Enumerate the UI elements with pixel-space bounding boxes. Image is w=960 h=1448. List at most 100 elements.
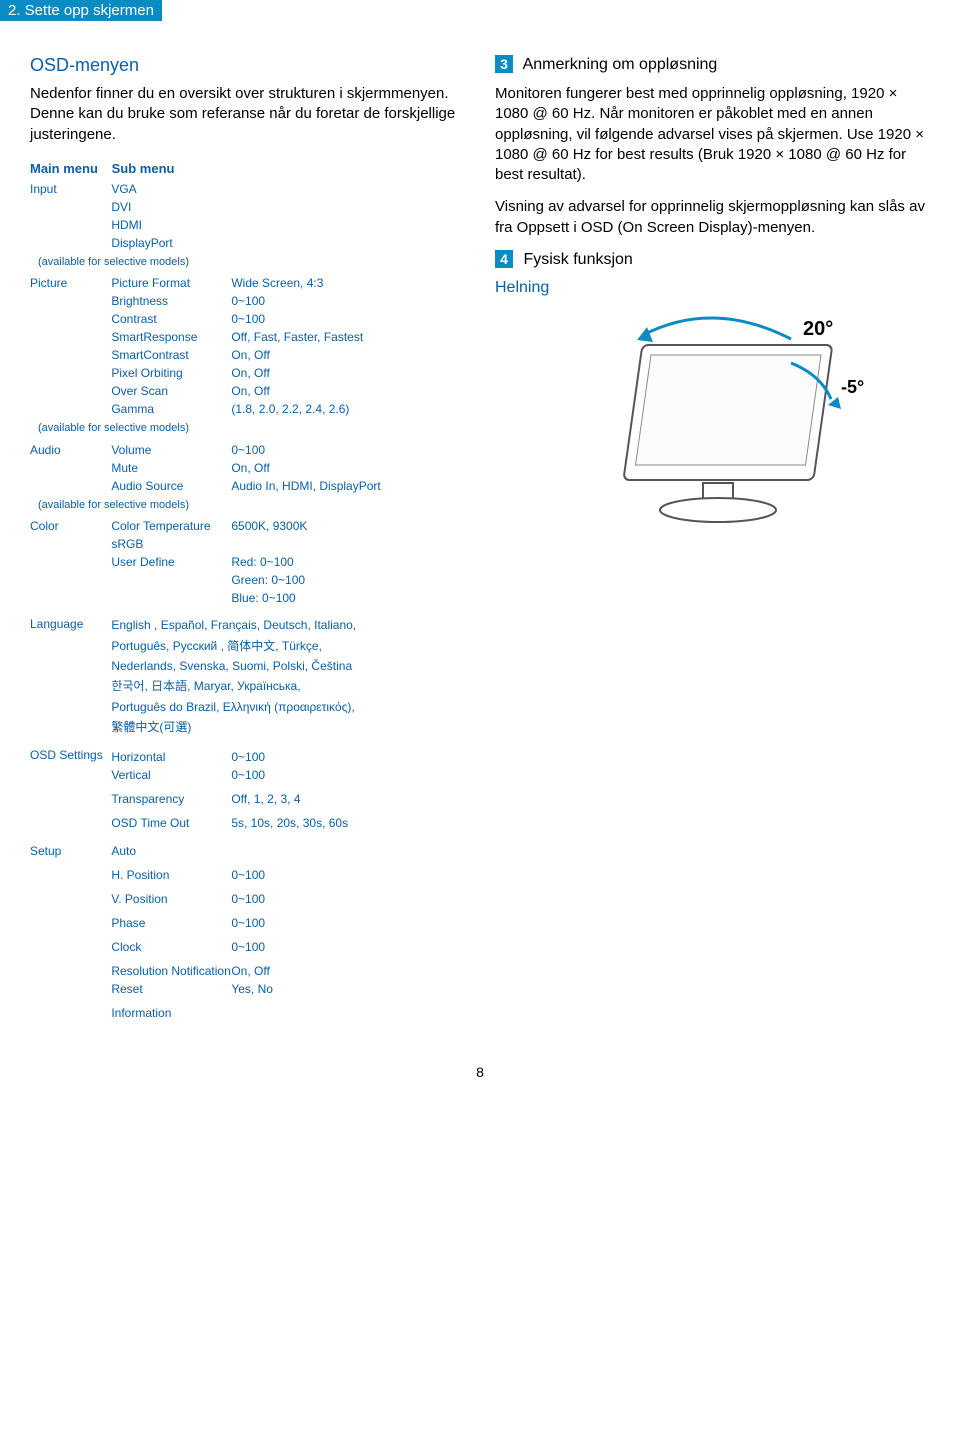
- sub-item: Clock: [111, 938, 231, 956]
- sub-item: Picture Format: [111, 274, 231, 292]
- sub-item: SmartContrast: [111, 346, 231, 364]
- menu-setup: Setup Auto H. Position0~100 V. Position0…: [30, 842, 465, 1022]
- lang-line: 繁體中文(可選): [111, 717, 356, 737]
- badge-3: 3: [495, 55, 513, 73]
- sub-value: On, Off: [231, 964, 269, 978]
- sub-menu-label: Sub menu: [112, 161, 175, 176]
- page-number: 8: [0, 1064, 960, 1096]
- sub-item: Transparency: [111, 790, 231, 808]
- sub-value: 0~100: [231, 892, 265, 906]
- badge-4: 4: [495, 250, 513, 268]
- sub-value: 0~100: [231, 294, 265, 308]
- menu-osd-label: OSD Settings: [30, 748, 108, 764]
- sub-value: 0~100: [231, 443, 265, 457]
- sub-value: Yes, No: [231, 982, 273, 996]
- sub-item: OSD Time Out: [111, 814, 231, 832]
- section-3-p2: Visning av advarsel for opprinnelig skje…: [495, 197, 930, 238]
- sub-item: Gamma: [111, 400, 231, 418]
- sub-value: On, Off: [231, 366, 269, 380]
- menu-setup-label: Setup: [30, 842, 108, 860]
- sub-value: Green: 0~100: [231, 573, 305, 587]
- sub-value: 0~100: [231, 312, 265, 326]
- sub-value: 0~100: [231, 940, 265, 954]
- menu-picture: Picture Picture FormatWide Screen, 4:3 B…: [30, 274, 465, 418]
- section-3-title: 3 Anmerkning om oppløsning: [495, 55, 930, 74]
- sub-item: Mute: [111, 459, 231, 477]
- lang-line: Nederlands, Svenska, Suomi, Polski, Češt…: [111, 656, 356, 676]
- menu-picture-label: Picture: [30, 274, 108, 292]
- sub-item: User Define: [111, 553, 231, 571]
- sub-item: Contrast: [111, 310, 231, 328]
- sub-item: VGA: [111, 180, 241, 198]
- lang-line: Português do Brazil, Ελληνική (προαιρετι…: [111, 697, 356, 717]
- sub-item: Information: [111, 1004, 231, 1022]
- monitor-tilt-figure: 20° -5°: [495, 305, 930, 550]
- section-4-text: Fysisk funksjon: [523, 251, 632, 268]
- sub-value: 0~100: [231, 750, 265, 764]
- sub-value: Red: 0~100: [231, 555, 293, 569]
- menu-headers: Main menu Sub menu: [30, 161, 465, 176]
- sub-value: (1.8, 2.0, 2.2, 2.4, 2.6): [231, 402, 349, 416]
- page-body: OSD-menyen Nedenfor finner du en oversik…: [0, 35, 960, 1064]
- menu-audio: Audio Volume0~100 MuteOn, Off Audio Sour…: [30, 441, 465, 495]
- sub-item: Resolution Notification: [111, 964, 231, 980]
- section-4-title: 4 Fysisk funksjon: [495, 250, 930, 269]
- sub-value: 0~100: [231, 868, 265, 882]
- sub-item: DVI: [111, 198, 241, 216]
- menu-color-label: Color: [30, 517, 108, 535]
- sub-value: 0~100: [231, 768, 265, 782]
- sub-value: 5s, 10s, 20s, 30s, 60s: [231, 816, 348, 830]
- sub-item: V. Position: [111, 890, 231, 908]
- sub-value: On, Off: [231, 348, 269, 362]
- sub-item: Phase: [111, 914, 231, 932]
- main-menu-label: Main menu: [30, 161, 108, 176]
- sub-item: Brightness: [111, 292, 231, 310]
- helning-label: Helning: [495, 279, 930, 297]
- sub-value: Wide Screen, 4:3: [231, 276, 323, 290]
- sub-item: HDMI: [111, 216, 241, 234]
- sub-value: Off, Fast, Faster, Fastest: [231, 330, 363, 344]
- sub-item: H. Position: [111, 866, 231, 884]
- sub-item: Color Temperature: [111, 517, 231, 535]
- sub-value: 6500K, 9300K: [231, 519, 307, 533]
- menu-language-label: Language: [30, 615, 108, 633]
- sub-value: On, Off: [231, 461, 269, 475]
- sub-item: DisplayPort: [111, 234, 241, 252]
- sub-item: Horizontal: [111, 748, 231, 766]
- menu-input-subs: VGA DVI HDMI DisplayPort: [111, 180, 241, 252]
- sub-item: Reset: [111, 980, 231, 998]
- sub-item: Auto: [111, 842, 231, 860]
- osd-menu-tree: Input VGA DVI HDMI DisplayPort (availabl…: [30, 180, 465, 1022]
- sub-item: Audio Source: [111, 477, 231, 495]
- intro-text: Nedenfor finner du en oversikt over stru…: [30, 84, 465, 145]
- sub-item: Volume: [111, 441, 231, 459]
- avail-note: (available for selective models): [38, 254, 465, 271]
- avail-note: (available for selective models): [38, 420, 465, 437]
- menu-input: Input VGA DVI HDMI DisplayPort: [30, 180, 465, 252]
- sub-value: Blue: 0~100: [231, 591, 295, 605]
- sub-value: Audio In, HDMI, DisplayPort: [231, 479, 380, 493]
- sub-item: Over Scan: [111, 382, 231, 400]
- lang-line: Português, Русский , 简体中文, Türkçe,: [111, 636, 356, 656]
- avail-note: (available for selective models): [38, 497, 465, 514]
- chapter-header: 2. Sette opp skjermen: [0, 0, 162, 21]
- lang-line: English , Español, Français, Deutsch, It…: [111, 615, 356, 635]
- sub-item: SmartResponse: [111, 328, 231, 346]
- right-column: 3 Anmerkning om oppløsning Monitoren fun…: [495, 55, 930, 1024]
- sub-value: On, Off: [231, 384, 269, 398]
- sub-item: Pixel Orbiting: [111, 364, 231, 382]
- angle-up-text: 20°: [803, 318, 833, 340]
- sub-item: sRGB: [111, 535, 231, 553]
- lang-line: 한국어, 日本語, Maryar, Українська,: [111, 676, 356, 696]
- osd-title: OSD-menyen: [30, 55, 465, 76]
- menu-language: Language English , Español, Français, De…: [30, 615, 465, 737]
- monitor-svg: 20° -5°: [553, 305, 873, 545]
- menu-color: Color Color Temperature6500K, 9300K sRGB…: [30, 517, 465, 607]
- sub-item: Vertical: [111, 766, 231, 784]
- menu-input-label: Input: [30, 180, 108, 198]
- menu-audio-label: Audio: [30, 441, 108, 459]
- left-column: OSD-menyen Nedenfor finner du en oversik…: [30, 55, 465, 1024]
- section-3-text: Anmerkning om oppløsning: [523, 56, 718, 73]
- menu-osd-settings: OSD Settings Horizontal0~100 Vertical0~1…: [30, 748, 465, 832]
- section-3-p1: Monitoren fungerer best med opprinnelig …: [495, 84, 930, 185]
